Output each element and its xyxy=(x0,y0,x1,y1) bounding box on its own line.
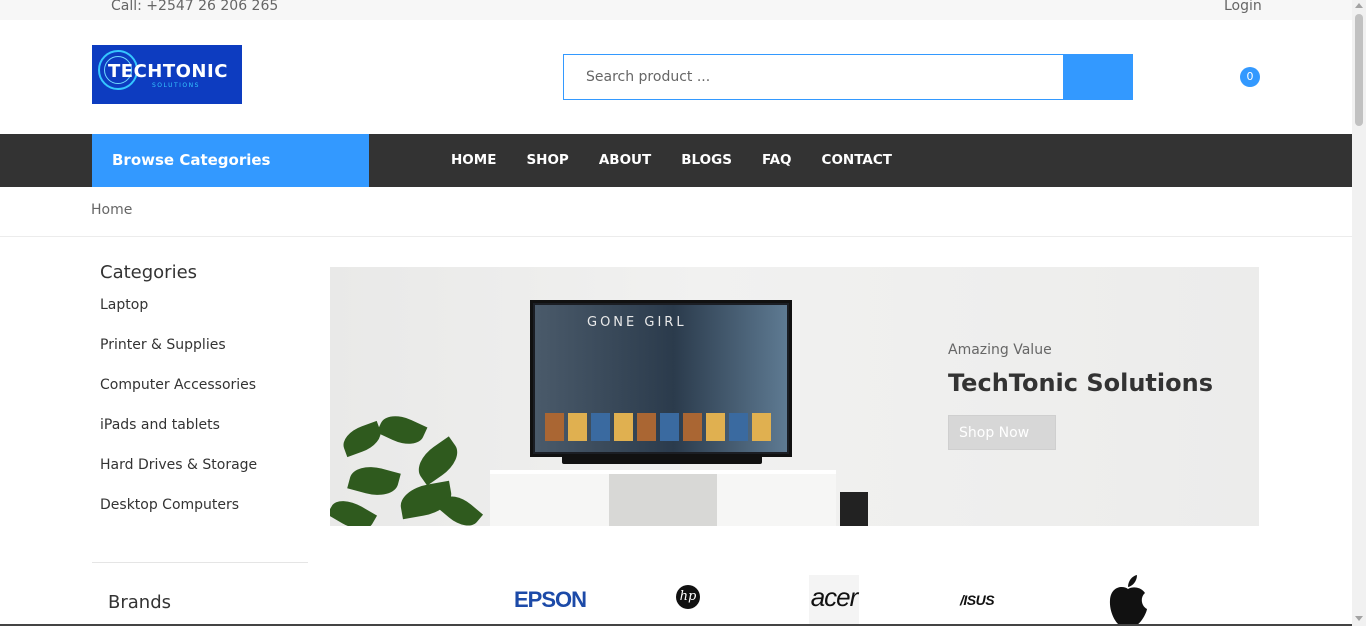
apple-icon xyxy=(1109,575,1147,626)
hero-banner: GONE GIRL Amazing Value TechTonic Soluti… xyxy=(330,267,1259,526)
nav-contact[interactable]: CONTACT xyxy=(822,134,892,187)
tv-screen-title: GONE GIRL xyxy=(587,315,687,330)
contact-phone: Call: +2547 26 206 265 xyxy=(111,0,279,14)
main-navbar: Browse Categories HOME SHOP ABOUT BLOGS … xyxy=(0,134,1352,187)
search-button[interactable] xyxy=(1063,54,1133,100)
tv-image: GONE GIRL xyxy=(530,300,792,457)
top-bar: Call: +2547 26 206 265 Login xyxy=(0,0,1352,20)
tv-thumbnails xyxy=(545,413,775,441)
nav-blogs[interactable]: BLOGS xyxy=(681,134,732,187)
nav-about[interactable]: ABOUT xyxy=(599,134,651,187)
soundbar xyxy=(562,455,762,464)
category-computer-accessories[interactable]: Computer Accessories xyxy=(100,375,308,415)
login-link[interactable]: Login xyxy=(1224,0,1262,14)
brands-heading: Brands xyxy=(108,592,171,613)
product-search-form xyxy=(563,54,1133,100)
sidebar-divider xyxy=(92,562,308,563)
scroll-down-arrow-icon[interactable] xyxy=(1355,616,1363,621)
site-header: TECHTONIC SOLUTIONS 0 xyxy=(0,20,1352,134)
categories-heading: Categories xyxy=(100,262,198,283)
scroll-up-arrow-icon[interactable] xyxy=(1355,3,1363,8)
category-hard-drives-storage[interactable]: Hard Drives & Storage xyxy=(100,455,308,495)
search-input[interactable] xyxy=(563,54,1064,100)
hp-logo[interactable]: hp xyxy=(676,585,700,609)
apple-logo[interactable] xyxy=(1107,575,1149,626)
asus-logo[interactable]: /ISUS xyxy=(960,592,995,626)
browse-categories-button[interactable]: Browse Categories xyxy=(92,134,369,187)
tv-cabinet-shelf xyxy=(609,474,717,526)
breadcrumb: Home xyxy=(0,187,1352,237)
shop-now-button[interactable]: Shop Now xyxy=(948,415,1056,450)
acer-logo[interactable]: acer xyxy=(809,575,859,625)
banner-kicker: Amazing Value xyxy=(948,342,1052,358)
cart-count-badge: 0 xyxy=(1240,67,1260,87)
epson-logo[interactable]: EPSON xyxy=(514,587,587,626)
logo-subtitle: SOLUTIONS xyxy=(152,82,200,89)
nav-shop[interactable]: SHOP xyxy=(526,134,568,187)
category-laptop[interactable]: Laptop xyxy=(100,295,308,335)
page-scrollbar[interactable] xyxy=(1352,0,1366,626)
sidebar: Categories Laptop Printer & Supplies Com… xyxy=(92,262,308,613)
cart-button[interactable]: 0 xyxy=(1200,64,1260,94)
main-menu: HOME SHOP ABOUT BLOGS FAQ CONTACT xyxy=(451,134,922,187)
category-list: Laptop Printer & Supplies Computer Acces… xyxy=(92,295,308,535)
brand-logos: EPSON hp acer /ISUS xyxy=(500,575,1200,626)
site-logo[interactable]: TECHTONIC SOLUTIONS xyxy=(92,45,242,104)
nav-faq[interactable]: FAQ xyxy=(762,134,792,187)
logo-wordmark: TECHTONIC xyxy=(108,61,228,82)
banner-headline: TechTonic Solutions xyxy=(948,369,1213,397)
breadcrumb-home[interactable]: Home xyxy=(91,202,132,218)
nav-home[interactable]: HOME xyxy=(451,134,496,187)
category-ipads-tablets[interactable]: iPads and tablets xyxy=(100,415,308,455)
speaker xyxy=(840,492,868,526)
plant-image xyxy=(330,407,490,526)
scrollbar-thumb[interactable] xyxy=(1355,14,1363,126)
category-printer-supplies[interactable]: Printer & Supplies xyxy=(100,335,308,375)
category-desktop-computers[interactable]: Desktop Computers xyxy=(100,495,308,535)
tv-screen: GONE GIRL xyxy=(535,305,787,452)
